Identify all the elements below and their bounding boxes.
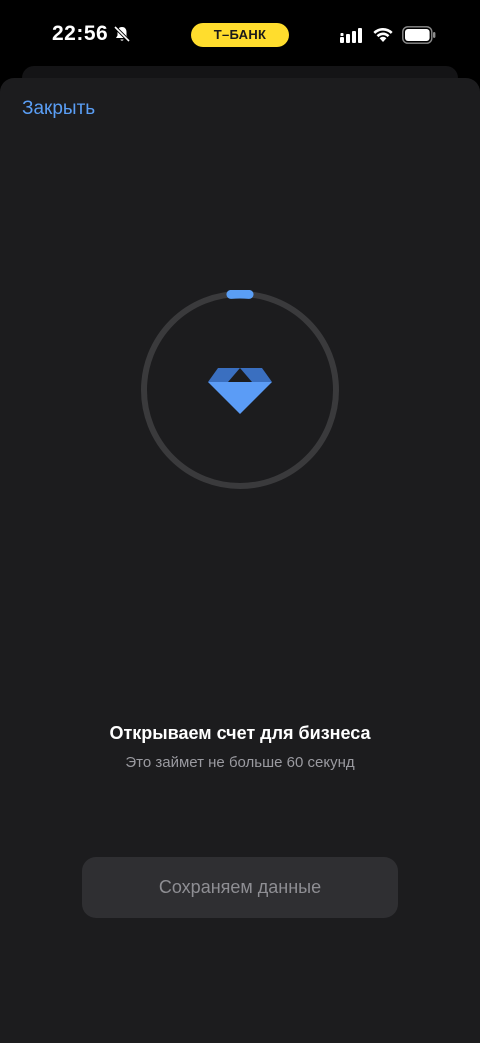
battery-icon [402,26,436,44]
signal-icon [340,28,362,43]
diamond-icon [208,368,272,414]
close-button[interactable]: Закрыть [22,98,95,120]
save-data-button[interactable]: Сохраняем данные [82,857,398,918]
status-time: 22:56 [52,22,109,45]
modal-sheet: Закрыть Открываем счет для бизнеса Это з… [0,78,480,1043]
bell-off-icon [113,25,131,43]
page-subtitle: Это займет не больше 60 секунд [125,754,355,771]
status-bar: 22:56 Т–БАНК [0,0,480,70]
carrier-badge: Т–БАНК [191,23,289,47]
wifi-icon [373,27,393,42]
page-title: Открываем счет для бизнеса [109,723,371,743]
